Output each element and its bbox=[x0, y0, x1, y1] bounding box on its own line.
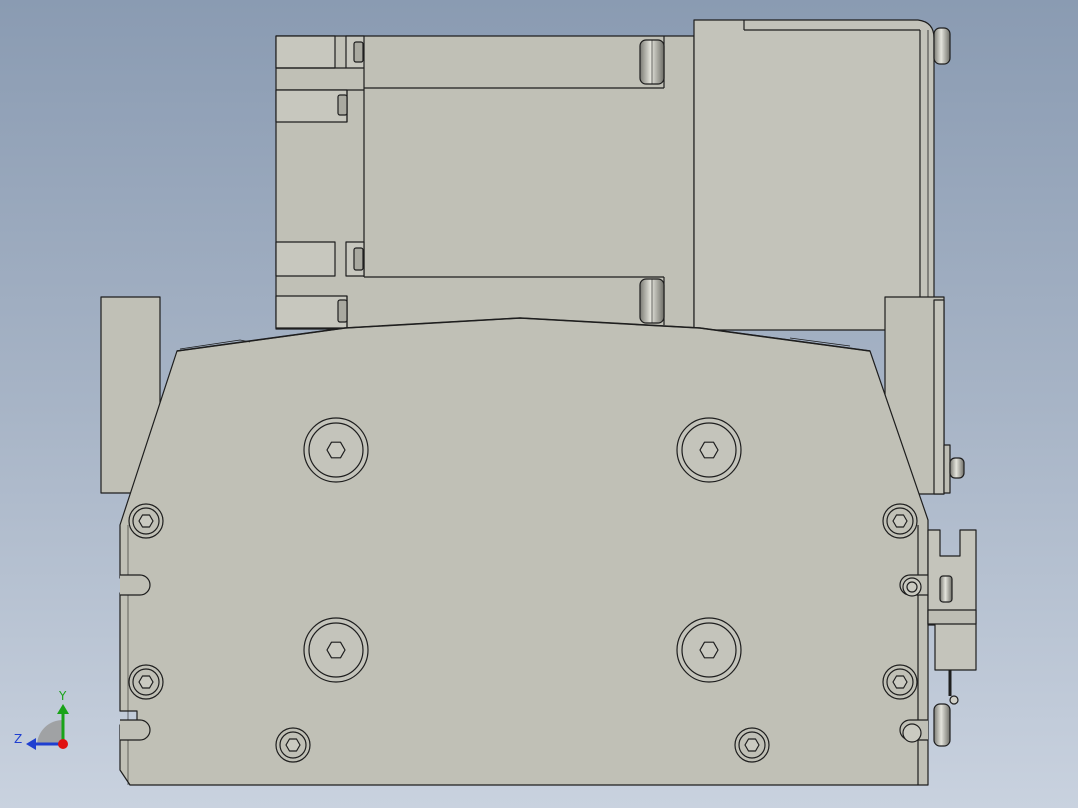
cap-screw-top-left bbox=[303, 417, 369, 483]
upper-right-housing bbox=[693, 19, 935, 331]
hex-screw-left-lower bbox=[128, 664, 164, 700]
cad-drawing[interactable]: Y Z bbox=[0, 0, 1078, 808]
cad-viewport[interactable]: Y Z bbox=[0, 0, 1078, 808]
left-slot-upper bbox=[120, 574, 151, 596]
axis-z-label: Z bbox=[14, 732, 22, 746]
hex-screw-bottom-right bbox=[734, 727, 770, 763]
cap-screw-bottom-left bbox=[303, 617, 369, 683]
guide-pin-bottom bbox=[639, 278, 665, 324]
hex-screw-left-upper bbox=[128, 503, 164, 539]
main-body-plate bbox=[119, 317, 929, 786]
hex-screw-right-lower bbox=[882, 664, 918, 700]
cap-screw-bottom-right bbox=[676, 617, 742, 683]
axis-triad: Y Z bbox=[14, 689, 69, 750]
guide-pin-top bbox=[639, 39, 665, 85]
hex-screw-bottom-left bbox=[275, 727, 311, 763]
left-slot-lower bbox=[120, 719, 151, 741]
hex-screw-right-upper bbox=[882, 503, 918, 539]
cap-screw-top-right bbox=[676, 417, 742, 483]
housing-corner-bolt-top bbox=[933, 27, 951, 65]
axis-y-label: Y bbox=[58, 689, 67, 703]
upper-slide-block bbox=[275, 35, 695, 330]
